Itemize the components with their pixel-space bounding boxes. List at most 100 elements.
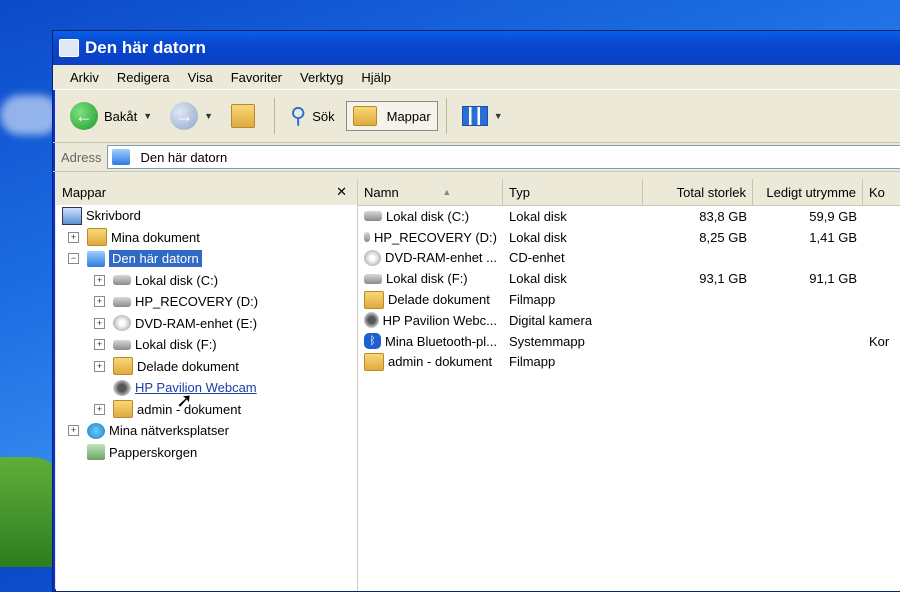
list-item[interactable]: HP_RECOVERY (D:) Lokal disk 8,25 GB 1,41… — [358, 227, 900, 248]
item-name: DVD-RAM-enhet ... — [385, 250, 497, 266]
cd-icon — [113, 315, 131, 332]
tree-node-drive-e[interactable]: + DVD-RAM-enhet (E:) — [56, 313, 357, 335]
menu-favoriter[interactable]: Favoriter — [222, 70, 291, 85]
tree-node-drive-f[interactable]: + Lokal disk (F:) — [56, 334, 357, 356]
item-type: Filmapp — [509, 292, 556, 308]
expand-icon[interactable]: + — [68, 231, 79, 243]
menu-visa[interactable]: Visa — [179, 70, 222, 85]
list-header: Namn ▲ Typ Total storlek Ledigt utrymme … — [358, 179, 900, 206]
menu-arkiv[interactable]: Arkiv — [61, 70, 108, 85]
column-total-size[interactable]: Total storlek — [643, 179, 753, 205]
item-name: Lokal disk (F:) — [386, 271, 468, 287]
item-type: Lokal disk — [509, 229, 567, 245]
expand-icon[interactable]: + — [68, 425, 79, 437]
menu-bar: Arkiv Redigera Visa Favoriter Verktyg Hj… — [53, 65, 900, 90]
forward-dropdown-icon[interactable]: ▼ — [204, 111, 213, 121]
tree-node-my-documents[interactable]: + Mina dokument — [56, 227, 357, 249]
network-icon — [87, 422, 105, 439]
tree-node-desktop[interactable]: Skrivbord — [56, 205, 357, 227]
list-item[interactable]: Lokal disk (F:) Lokal disk 93,1 GB 91,1 … — [358, 268, 900, 289]
cd-icon — [364, 249, 382, 266]
list-item[interactable]: Lokal disk (C:) Lokal disk 83,8 GB 59,9 … — [358, 206, 900, 227]
drive-icon — [364, 232, 370, 243]
search-label: Sök — [312, 108, 335, 124]
tree-node-shared-documents[interactable]: + Delade dokument — [56, 356, 357, 378]
search-icon: ⚲ — [290, 103, 307, 128]
bluetooth-icon: ᛒ — [364, 333, 381, 350]
collapse-icon[interactable]: − — [68, 253, 79, 265]
tree-node-webcam[interactable]: HP Pavilion Webcam — [56, 377, 357, 399]
explorer-window: Den här datorn Arkiv Redigera Visa Favor… — [52, 30, 900, 592]
tree-node-recycle-bin[interactable]: Papperskorgen — [56, 442, 357, 464]
folder-icon — [113, 400, 133, 419]
expand-icon[interactable]: + — [94, 296, 105, 308]
views-button[interactable]: ▼ — [455, 101, 510, 131]
recycle-bin-icon — [87, 444, 105, 461]
back-dropdown-icon[interactable]: ▼ — [143, 111, 152, 121]
desktop-icon — [62, 206, 82, 225]
tree-node-label: HP_RECOVERY (D:) — [135, 294, 259, 310]
tree-node-label-hover: HP Pavilion Webcam — [135, 380, 257, 396]
item-name: HP_RECOVERY (D:) — [373, 229, 497, 245]
item-total-size: 8,25 GB — [699, 229, 747, 245]
item-name: Mina Bluetooth-pl... — [384, 333, 497, 349]
item-comment: Kor — [869, 333, 890, 349]
tree-node-admin-documents[interactable]: + admin - dokument — [56, 399, 357, 421]
column-name[interactable]: Namn ▲ — [358, 179, 503, 205]
title-bar[interactable]: Den här datorn — [53, 31, 900, 65]
folder-icon — [364, 290, 384, 309]
list-item[interactable]: ᛒ Mina Bluetooth-pl... Systemmapp Kor — [358, 331, 900, 352]
folders-icon — [352, 106, 377, 126]
expand-icon[interactable]: + — [94, 360, 105, 372]
address-label: Adress — [61, 149, 102, 165]
up-folder-button[interactable] — [224, 99, 266, 133]
item-type: Digital kamera — [509, 312, 593, 328]
close-icon[interactable]: ✕ — [336, 184, 347, 200]
list-item[interactable]: admin - dokument Filmapp — [358, 352, 900, 373]
list-item[interactable]: DVD-RAM-enhet ... CD-enhet — [358, 248, 900, 269]
tree-node-this-computer[interactable]: − Den här datorn — [56, 248, 357, 270]
desktop-cloud — [0, 95, 60, 135]
item-type: CD-enhet — [509, 250, 565, 266]
views-dropdown-icon[interactable]: ▼ — [494, 111, 503, 121]
folders-button[interactable]: Mappar — [345, 101, 438, 131]
item-total-size: 93,1 GB — [699, 271, 747, 287]
folder-pane-title: Mappar — [62, 184, 107, 200]
item-free-space: 1,41 GB — [809, 229, 857, 245]
column-free-space[interactable]: Ledigt utrymme — [753, 179, 863, 205]
window-title: Den här datorn — [85, 38, 206, 57]
forward-button[interactable]: → ▼ — [163, 97, 220, 135]
address-bar: Adress Den här datorn — [53, 143, 900, 172]
webcam-icon — [364, 312, 379, 329]
item-name: Lokal disk (C:) — [386, 208, 470, 224]
tree-node-label: Mina dokument — [111, 229, 200, 245]
item-free-space: 59,9 GB — [809, 208, 857, 224]
expand-icon[interactable]: + — [94, 274, 105, 286]
column-type[interactable]: Typ — [503, 179, 643, 205]
folder-icon — [364, 352, 384, 371]
drive-icon — [113, 275, 131, 286]
computer-icon — [87, 250, 105, 267]
expand-icon[interactable]: + — [94, 317, 105, 329]
tree-node-label: Lokal disk (F:) — [135, 337, 217, 353]
expand-icon[interactable]: + — [94, 403, 105, 415]
tree-node-network-places[interactable]: + Mina nätverksplatser — [56, 420, 357, 442]
menu-redigera[interactable]: Redigera — [108, 70, 179, 85]
toolbar-separator — [274, 98, 276, 134]
tree-node-drive-c[interactable]: + Lokal disk (C:) — [56, 270, 357, 292]
up-folder-icon — [231, 104, 256, 128]
back-button[interactable]: ← Bakåt ▼ — [63, 97, 159, 135]
tree-node-label: Delade dokument — [137, 358, 239, 374]
menu-verktyg[interactable]: Verktyg — [291, 70, 352, 85]
folder-pane-header: Mappar ✕ — [56, 179, 357, 205]
address-field[interactable]: Den här datorn — [107, 145, 900, 169]
search-button[interactable]: ⚲ Sök — [283, 98, 342, 134]
folder-tree-pane: Mappar ✕ Skrivbord + Mina dokument − Den… — [56, 179, 358, 591]
menu-hjalp[interactable]: Hjälp — [352, 70, 400, 85]
tree-node-drive-d[interactable]: + HP_RECOVERY (D:) — [56, 291, 357, 313]
column-comment[interactable]: Ko — [863, 179, 900, 205]
list-item[interactable]: HP Pavilion Webc... Digital kamera — [358, 310, 900, 331]
back-arrow-icon: ← — [70, 102, 98, 130]
list-item[interactable]: Delade dokument Filmapp — [358, 289, 900, 310]
expand-icon[interactable]: + — [94, 339, 105, 351]
